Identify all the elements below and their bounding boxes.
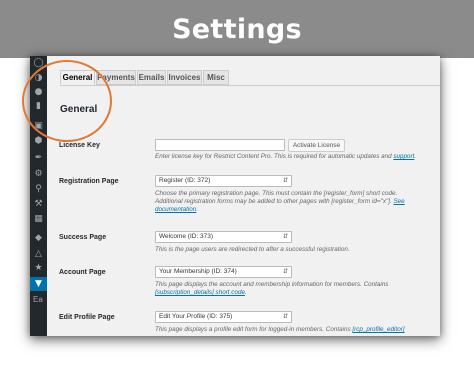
registration-description-line2: Additional registration forms may be add… <box>155 198 405 205</box>
success-page-label: Success Page <box>59 234 107 241</box>
wordpress-icon[interactable]: ◯ <box>33 58 44 69</box>
plugins-icon[interactable]: ⚙ <box>33 169 44 180</box>
admin-screen: ◯ ◑ ● ▮ ▣ ⬢ ✒ ⚙ ⚲ ⚒ ▦ ◆ △ ★ ▼ Ea General… <box>30 56 440 336</box>
settings-icon[interactable]: ▦ <box>33 214 44 225</box>
success-page-select[interactable]: Welcome (ID: 373) ⇵ <box>155 231 292 243</box>
registration-page-label: Registration Page <box>59 178 119 185</box>
admin-sidebar: ◯ ◑ ● ▮ ▣ ⬢ ✒ ⚙ ⚲ ⚒ ▦ ◆ △ ★ ▼ Ea <box>30 56 47 336</box>
media-icon[interactable]: ▣ <box>33 121 44 132</box>
section-heading: General <box>60 104 98 115</box>
settings-banner: Settings <box>0 0 474 58</box>
see-documentation-link[interactable]: See <box>393 198 404 205</box>
tab-invoices[interactable]: Invoices <box>167 70 202 85</box>
shield-icon[interactable]: ◆ <box>33 233 44 244</box>
subscription-details-link[interactable]: [subscription_details] short code <box>155 289 245 296</box>
tab-emails[interactable]: Emails <box>137 70 166 85</box>
palette-icon[interactable]: ◑ <box>33 73 44 84</box>
lock-icon: ▼ <box>35 279 42 289</box>
select-arrow-icon: ⇵ <box>282 269 288 275</box>
registration-description-line3: documentation. <box>155 206 199 213</box>
license-description: Enter license key for Restrict Content P… <box>155 153 417 160</box>
support-link[interactable]: support <box>393 153 414 160</box>
banner-title: Settings <box>172 14 302 45</box>
tab-misc[interactable]: Misc <box>203 70 229 85</box>
registration-page-select[interactable]: Register (ID: 372) ⇵ <box>155 175 292 187</box>
tab-payments[interactable]: Payments <box>96 70 136 85</box>
select-arrow-icon: ⇵ <box>282 234 288 240</box>
account-description-line2: [subscription_details] short code. <box>155 289 247 296</box>
pin-icon[interactable]: ● <box>33 87 44 98</box>
documentation-link[interactable]: documentation <box>155 206 196 213</box>
rcp-profile-editor-link[interactable]: [rcp_profile_editor] <box>352 326 404 333</box>
tabs-divider <box>60 85 440 86</box>
sidebar-item-restrict[interactable]: ▼ <box>30 277 47 291</box>
appearance-icon[interactable]: ✒ <box>33 153 44 164</box>
account-page-label: Account Page <box>59 269 106 276</box>
edit-profile-page-select[interactable]: Edit Your Profile (ID: 375) ⇵ <box>155 311 292 323</box>
comment-icon[interactable]: ▮ <box>33 101 44 112</box>
edit-profile-page-label: Edit Profile Page <box>59 314 115 321</box>
tab-general[interactable]: General <box>60 70 95 85</box>
license-key-input[interactable] <box>155 139 285 151</box>
success-description: This is the page users are redirected to… <box>155 246 350 253</box>
select-arrow-icon: ⇵ <box>282 178 288 184</box>
account-description-line1: This page displays the account and membe… <box>155 281 389 288</box>
star-icon[interactable]: ★ <box>33 263 44 274</box>
activate-license-button[interactable]: Activate License <box>288 139 345 152</box>
network-icon[interactable]: △ <box>33 249 44 260</box>
users-icon[interactable]: ⚲ <box>33 184 44 195</box>
license-key-label: License Key <box>59 142 100 149</box>
rcp-icon[interactable]: ⬢ <box>33 136 44 147</box>
registration-description-line1: Choose the primary registration page. Th… <box>155 190 398 197</box>
sidebar-label-fragment: Ea <box>33 295 43 304</box>
tools-icon[interactable]: ⚒ <box>33 199 44 210</box>
account-page-select[interactable]: Your Membership (ID: 374) ⇵ <box>155 266 292 278</box>
edit-profile-description: This page displays a profile edit form f… <box>155 326 405 333</box>
select-arrow-icon: ⇵ <box>282 314 288 320</box>
